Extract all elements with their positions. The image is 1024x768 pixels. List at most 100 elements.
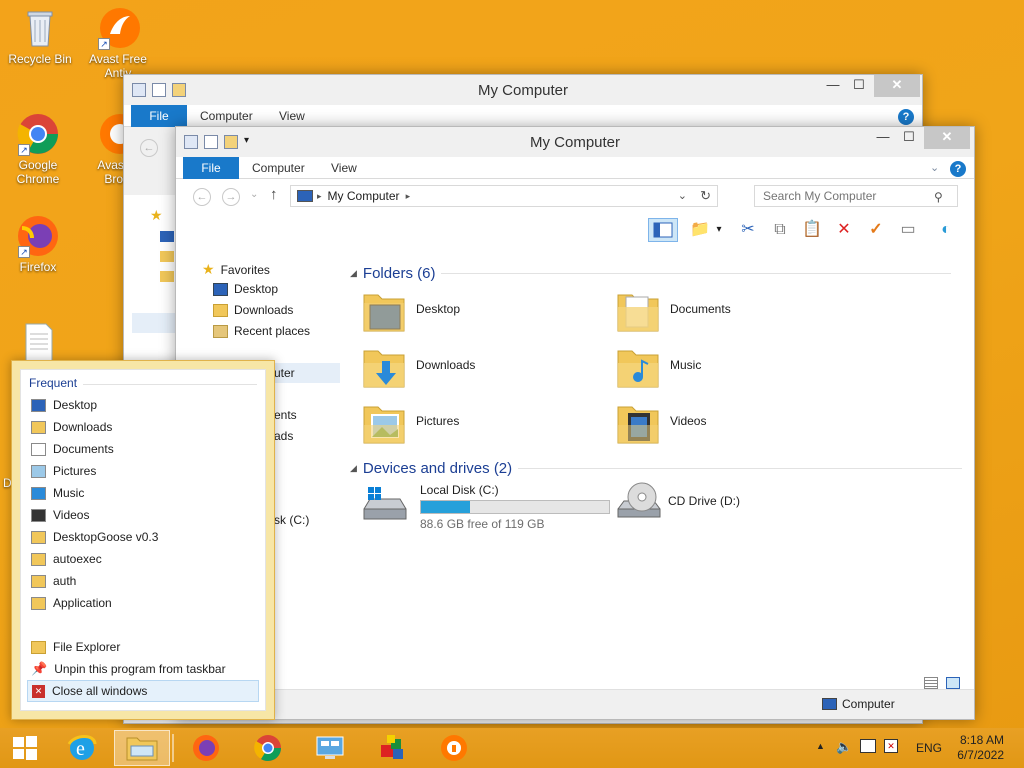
folder-tile-pictures[interactable]: Pictures [362, 399, 459, 444]
up-button[interactable]: ↑ [270, 186, 278, 203]
group-header-devices[interactable]: ◢ Devices and drives (2) [350, 460, 963, 477]
tab-view[interactable]: View [279, 105, 305, 127]
back-button[interactable]: ← [193, 188, 211, 206]
frequent-item[interactable]: Documents [27, 438, 259, 460]
breadcrumb-separator-icon[interactable]: ▸ [406, 191, 411, 202]
preview-pane-button[interactable] [648, 218, 678, 242]
folder-tile-downloads[interactable]: Downloads [362, 343, 475, 388]
taskbar-chrome[interactable] [240, 730, 296, 766]
desktop-icon-chrome[interactable]: ↗ Google Chrome [0, 112, 76, 186]
show-hidden-icons-icon[interactable]: ▲ [816, 741, 825, 751]
tab-file[interactable]: File [131, 105, 187, 127]
frequent-item[interactable]: Videos [27, 504, 259, 526]
frequent-item[interactable]: Desktop [27, 394, 259, 416]
tab-file[interactable]: File [183, 157, 239, 179]
folder-tile-documents[interactable]: Documents [616, 287, 731, 332]
help-icon[interactable]: ? [950, 161, 966, 177]
computer-icon [822, 698, 837, 710]
close-button[interactable]: ✕ [874, 75, 920, 97]
language-indicator[interactable]: ENG [916, 741, 942, 755]
task-unpin[interactable]: 📌 Unpin this program from taskbar [27, 658, 259, 680]
refresh-icon[interactable]: ↻ [700, 188, 711, 204]
tab-view[interactable]: View [331, 157, 357, 179]
explorer-window[interactable]: ▾ My Computer — ☐ ✕ File Computer View ⌄… [175, 126, 975, 720]
ribbon-expand-icon[interactable]: ⌄ [930, 161, 939, 174]
frequent-item[interactable]: Music [27, 482, 259, 504]
paste-icon[interactable]: 📋 [800, 218, 824, 242]
close-button[interactable]: ✕ [924, 127, 970, 149]
back-button[interactable]: ← [140, 139, 158, 157]
taskbar-control-panel[interactable] [302, 730, 358, 766]
copy-icon[interactable]: ⧉ [768, 218, 792, 242]
nav-downloads[interactable]: Downloads [213, 303, 293, 317]
clock[interactable]: 8:18 AM 6/7/2022 [954, 733, 1004, 763]
forward-button[interactable]: → [222, 188, 240, 206]
shell-icon[interactable]: ◐ [934, 218, 958, 242]
desktop-icon-avast[interactable]: ↗ Avast Free Antiv [80, 6, 156, 80]
network-icon[interactable] [860, 739, 876, 753]
downloads-folder-icon [213, 303, 228, 317]
breadcrumb-separator-icon[interactable]: ▸ [317, 191, 322, 202]
nav-recent-places[interactable]: Recent places [213, 324, 310, 338]
group-header-folders[interactable]: ◢ Folders (6) [350, 265, 952, 282]
avast-icon: ↗ [96, 6, 140, 50]
frequent-item[interactable]: Downloads [27, 416, 259, 438]
blocks-app-icon [381, 735, 403, 759]
large-icons-view-icon[interactable] [946, 677, 960, 689]
folder-options-icon[interactable]: 📁 [688, 218, 712, 242]
task-file-explorer[interactable]: File Explorer [27, 636, 259, 658]
minimize-button[interactable]: — [870, 127, 896, 149]
folder-tile-videos[interactable]: Videos [616, 399, 706, 444]
chevron-down-icon[interactable]: ▾ [712, 218, 726, 242]
nav-desktop[interactable]: Desktop [213, 282, 278, 296]
nav-favorites[interactable]: ★ Favorites [202, 261, 270, 278]
volume-muted-icon[interactable]: 🔈 [836, 739, 852, 755]
frequent-item[interactable]: auth [27, 570, 259, 592]
desktop-icon-firefox[interactable]: ↗ Firefox [0, 214, 76, 274]
taskbar-file-explorer[interactable] [114, 730, 170, 766]
frequent-item[interactable]: DesktopGoose v0.3 [27, 526, 259, 548]
back-nav-fragment: sk (C:) [274, 513, 310, 527]
ribbon-tabs: File Computer View ? [124, 105, 922, 127]
tab-computer[interactable]: Computer [252, 157, 305, 179]
details-view-icon[interactable] [924, 677, 938, 689]
unpin-icon: 📌 [31, 661, 48, 676]
recent-locations-icon[interactable]: ⌄ [250, 189, 258, 200]
address-bar[interactable]: ▸ My Computer ▸ ⌄ ↻ [290, 185, 718, 207]
taskbar-firefox[interactable] [178, 730, 234, 766]
back-nav-fragment: uter [274, 366, 295, 380]
delete-icon[interactable]: ✕ [832, 218, 856, 242]
frequent-item[interactable]: autoexec [27, 548, 259, 570]
maximize-button[interactable]: ☐ [896, 127, 922, 149]
collapse-icon[interactable]: ◢ [350, 463, 357, 474]
folder-tile-desktop[interactable]: Desktop [362, 287, 460, 332]
task-close-all-windows[interactable]: ✕ Close all windows [27, 680, 259, 702]
desktop-icon-recycle-bin[interactable]: Recycle Bin [2, 6, 78, 66]
taskbar-app-blocks[interactable] [364, 730, 420, 766]
minimize-button[interactable]: — [820, 75, 846, 97]
clock-time: 8:18 AM [959, 733, 1004, 747]
frequent-item[interactable]: Pictures [27, 460, 259, 482]
maximize-button[interactable]: ☐ [846, 75, 872, 97]
folder-tile-music[interactable]: Music [616, 343, 701, 388]
properties-icon[interactable]: ▭ [896, 218, 920, 242]
title-bar: My Computer — ☐ ✕ [124, 75, 922, 105]
frequent-item-label: Desktop [53, 398, 98, 412]
taskbar-internet-explorer[interactable]: e [54, 730, 110, 766]
tab-computer[interactable]: Computer [200, 105, 253, 127]
breadcrumb-my-computer[interactable]: My Computer [328, 189, 400, 203]
nav-label: Downloads [234, 303, 294, 317]
cut-icon[interactable]: ✂ [736, 218, 760, 242]
checkmark-icon[interactable]: ✓ [864, 218, 888, 242]
action-center-icon[interactable]: ✕ [884, 739, 898, 753]
search-input[interactable] [754, 185, 958, 207]
drive-tile-local-disk[interactable]: Local Disk (C:) 88.6 GB free of 119 GB [360, 483, 610, 531]
address-dropdown-icon[interactable]: ⌄ [678, 189, 687, 202]
drive-tile-cd[interactable]: CD Drive (D:) [614, 479, 740, 523]
frequent-item[interactable]: Application [27, 592, 259, 614]
start-button[interactable] [0, 730, 50, 766]
taskbar-avast-browser[interactable] [426, 730, 482, 766]
folder-icon [160, 271, 174, 282]
collapse-icon[interactable]: ◢ [350, 268, 357, 279]
help-icon[interactable]: ? [898, 109, 914, 125]
